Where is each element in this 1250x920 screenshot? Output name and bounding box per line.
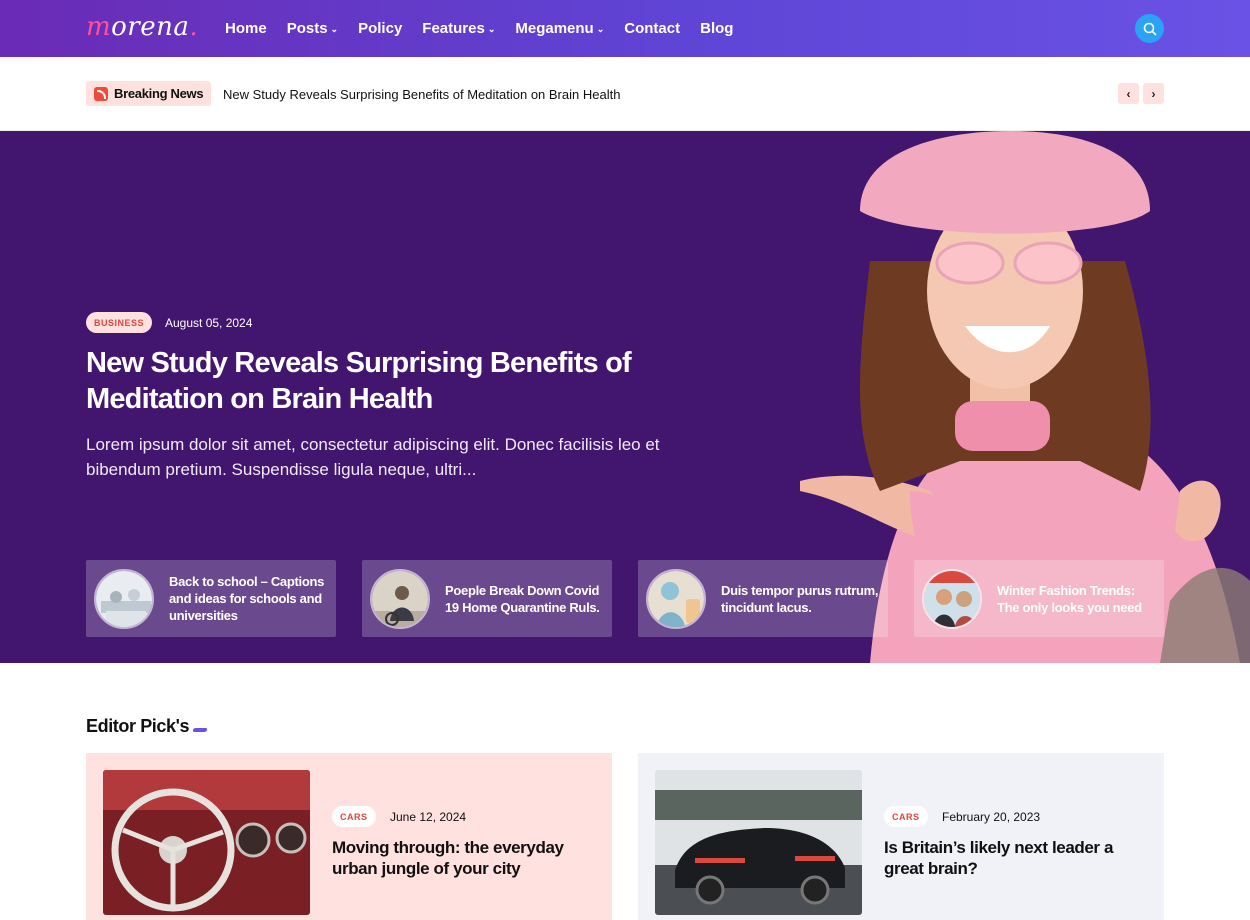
site-header: morena. Home Posts ⌄ Policy Features ⌄ Meg… [0, 0, 1250, 57]
breaking-news-badge: Breaking News [86, 81, 212, 106]
mini-post-title: Back to school – Captions and ideas for … [169, 574, 325, 623]
breaking-news-bar: Breaking News New Study Reveals Surprisi… [0, 57, 1250, 131]
editor-pick-card[interactable]: CARS June 12, 2024 Moving through: the e… [86, 753, 612, 920]
site-logo[interactable]: morena. [86, 12, 198, 42]
search-button[interactable] [1135, 14, 1164, 43]
nav-policy[interactable]: Policy [358, 20, 402, 37]
editor-pick-image[interactable] [655, 770, 862, 915]
chevron-down-icon: ⌄ [596, 24, 605, 34]
breaking-news-headline[interactable]: New Study Reveals Surprising Benefits of… [223, 87, 620, 102]
main-nav: Home Posts ⌄ Policy Features ⌄ Megamenu ⌄ C… [225, 0, 733, 57]
mini-post-title: Duis tempor purus rutrum, tincidunt lacu… [721, 582, 879, 615]
breaking-news-label: Breaking News [114, 86, 204, 101]
mini-post-title: Winter Fashion Trends: The only looks yo… [997, 582, 1142, 615]
rss-icon [94, 86, 108, 101]
chevron-right-icon: › [1151, 86, 1156, 101]
nav-blog[interactable]: Blog [700, 20, 733, 37]
nav-megamenu[interactable]: Megamenu ⌄ [515, 20, 604, 37]
mini-post-card[interactable]: Poeple Break Down Covid 19 Home Quaranti… [362, 560, 612, 637]
editor-pick-date: June 12, 2024 [390, 810, 467, 824]
mini-post-card[interactable]: Duis tempor purus rutrum, tincidunt lacu… [638, 560, 888, 637]
editor-picks-heading: Editor Pick's [86, 716, 190, 736]
hero-date: August 05, 2024 [165, 316, 253, 330]
mini-post-card[interactable]: Back to school – Captions and ideas for … [86, 560, 336, 637]
editor-pick-title[interactable]: Moving through: the everyday urban jungl… [332, 837, 592, 879]
breaking-prev-button[interactable]: ‹ [1118, 83, 1139, 104]
mini-post-thumbnail [94, 568, 154, 629]
hero-title[interactable]: New Study Reveals Surprising Benefits of… [86, 345, 646, 417]
breaking-next-button[interactable]: › [1143, 83, 1164, 104]
editor-pick-title[interactable]: Is Britain’s likely next leader a great … [884, 837, 1144, 879]
editor-pick-category[interactable]: CARS [332, 806, 376, 827]
mini-post-card[interactable]: Winter Fashion Trends: The only looks yo… [914, 560, 1164, 637]
mini-post-title: Poeple Break Down Covid 19 Home Quaranti… [445, 582, 600, 615]
hero-excerpt: Lorem ipsum dolor sit amet, consectetur … [86, 435, 660, 479]
hero-category-badge[interactable]: BUSINESS [86, 312, 153, 333]
nav-posts[interactable]: Posts ⌄ [287, 20, 338, 37]
section-accent-mark [192, 728, 208, 732]
editor-pick-card[interactable]: CARS February 20, 2023 Is Britain’s like… [638, 753, 1164, 920]
nav-contact[interactable]: Contact [624, 20, 680, 37]
mini-post-thumbnail [922, 568, 982, 629]
editor-pick-date: February 20, 2023 [942, 810, 1041, 824]
nav-home[interactable]: Home [225, 20, 267, 37]
hero-section: BUSINESS August 05, 2024 New Study Revea… [0, 131, 1250, 663]
mini-post-thumbnail [370, 568, 430, 629]
chevron-left-icon: ‹ [1126, 86, 1131, 101]
chevron-down-icon: ⌄ [487, 24, 496, 34]
search-icon [1143, 22, 1156, 35]
editor-pick-category[interactable]: CARS [884, 806, 928, 827]
mini-post-thumbnail [646, 568, 706, 629]
nav-features[interactable]: Features ⌄ [422, 20, 495, 37]
chevron-down-icon: ⌄ [330, 24, 339, 34]
editor-pick-image[interactable] [103, 770, 310, 915]
